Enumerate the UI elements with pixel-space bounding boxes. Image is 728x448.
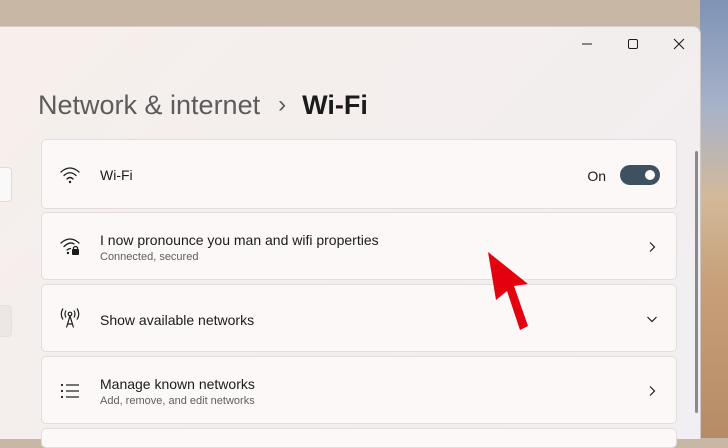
page-title: Wi-Fi	[302, 89, 368, 120]
desktop-wallpaper	[700, 0, 728, 438]
toggle-knob	[645, 170, 655, 180]
close-icon	[673, 38, 685, 50]
wifi-secured-icon	[60, 238, 80, 255]
wifi-label: Wi-Fi	[100, 167, 133, 183]
list-icon	[60, 383, 79, 399]
minimize-icon	[582, 43, 592, 45]
wifi-toggle-card[interactable]: Wi-Fi On	[41, 139, 677, 209]
wifi-icon	[60, 167, 80, 184]
breadcrumb-network-internet[interactable]: Network & internet	[38, 90, 260, 121]
chevron-right-icon	[649, 386, 656, 396]
antenna-icon	[60, 308, 80, 328]
manage-known-networks-desc: Add, remove, and edit networks	[100, 395, 255, 407]
chevron-down-icon	[647, 316, 657, 323]
minimize-button[interactable]	[564, 27, 610, 61]
network-status: Connected, secured	[100, 251, 199, 263]
manage-known-networks-card[interactable]: Manage known networks Add, remove, and e…	[41, 356, 677, 424]
nav-selected-item[interactable]	[0, 305, 12, 337]
wifi-toggle-switch[interactable]	[620, 165, 660, 185]
manage-known-networks-label: Manage known networks	[100, 376, 255, 392]
network-properties-card[interactable]: I now pronounce you man and wifi propert…	[41, 212, 677, 280]
chevron-right-icon	[649, 242, 656, 252]
breadcrumb: Network & internet › Wi-Fi	[38, 85, 368, 125]
wifi-toggle-state: On	[587, 168, 606, 184]
breadcrumb-separator: ›	[278, 91, 287, 118]
annotation-arrow-icon	[488, 252, 528, 330]
nav-search-box[interactable]	[0, 167, 12, 202]
network-name: I now pronounce you man and wifi propert…	[100, 232, 379, 248]
scrollbar[interactable]	[695, 151, 698, 413]
next-setting-card[interactable]	[41, 428, 677, 448]
show-available-networks-card[interactable]: Show available networks	[41, 284, 677, 352]
show-available-networks-label: Show available networks	[100, 312, 255, 328]
close-button[interactable]	[656, 27, 702, 61]
settings-window: Network & internet › Wi-Fi Wi-Fi On I no…	[0, 26, 702, 448]
maximize-icon	[628, 39, 638, 49]
maximize-button[interactable]	[610, 27, 656, 61]
